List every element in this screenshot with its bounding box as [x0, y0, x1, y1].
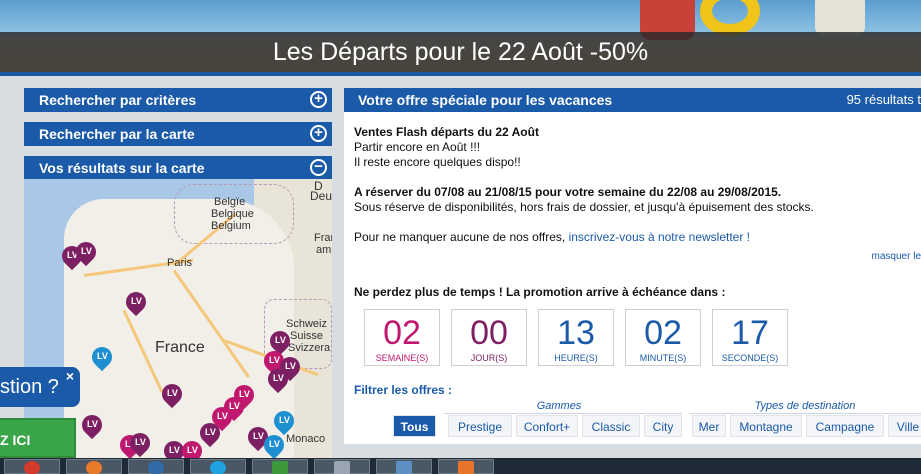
map-label: Frank [314, 232, 332, 244]
map-label: Belgïe [214, 196, 246, 208]
offer-line: Il reste encore quelques dispo!! [354, 155, 521, 169]
editor-icon [334, 461, 350, 474]
map-marker[interactable]: LV [263, 364, 293, 396]
map-label: Belgium [211, 220, 251, 232]
countdown-value: 00 [470, 314, 508, 352]
countdown-unit: HEURE(S) [554, 353, 598, 363]
help-cta-button[interactable]: Z ICI [0, 418, 76, 458]
taskbar-button[interactable] [4, 459, 60, 474]
countdown-unit: MINUTE(S) [639, 353, 687, 363]
countdown-title: Ne perdez plus de temps ! La promotion a… [354, 285, 726, 299]
taskbar-button[interactable] [252, 459, 308, 474]
filter-group-types: Types de destination [754, 400, 856, 412]
filter-prestige[interactable]: Prestige [448, 415, 512, 437]
countdown-value: 17 [731, 314, 769, 352]
offer-body: Ventes Flash départs du 22 Août Partir e… [344, 112, 921, 444]
banner-title: Les Départs pour le 22 Août -50% [272, 38, 649, 66]
search-map-header[interactable]: Rechercher par la carte + [24, 122, 332, 146]
filter-title: Filtrer les offres : [354, 383, 453, 397]
taskbar-button[interactable] [128, 459, 184, 474]
paint-icon [272, 461, 288, 474]
map-label: Belgique [211, 208, 254, 220]
countdown-value: 13 [557, 314, 595, 352]
map-marker[interactable]: LV [125, 428, 155, 460]
filter-tous[interactable]: Tous [393, 415, 436, 437]
offer-header: Votre offre spéciale pour les vacances 9… [344, 88, 921, 121]
help-question-text: stion ? [0, 376, 59, 398]
countdown-minutes: 02 MINUTE(S) [625, 309, 701, 366]
chrome-icon [24, 461, 40, 474]
search-map-label: Rechercher par la carte [39, 126, 195, 142]
filter-mer[interactable]: Mer [692, 415, 726, 437]
newsletter-text: Pour ne manquer aucune de nos offres, [354, 230, 569, 244]
map-label: Suisse [290, 330, 324, 342]
filter-classic[interactable]: Classic [582, 415, 640, 437]
search-criteria-header[interactable]: Rechercher par critères + [24, 88, 332, 112]
filter-group-divider [444, 413, 682, 414]
window-icon [396, 461, 412, 474]
expand-plus-icon[interactable]: + [310, 91, 327, 108]
map-label: Schweiz [286, 318, 327, 330]
countdown-days: 00 JOUR(S) [451, 309, 527, 366]
map-results-label: Vos résultats sur la carte [39, 160, 205, 176]
countdown-hours: 13 HEURE(S) [538, 309, 614, 366]
map-label: Svizzera [288, 342, 331, 354]
map-marker[interactable]: LV [121, 287, 151, 319]
map-marker[interactable]: LV [195, 418, 225, 450]
app-icon [148, 461, 164, 474]
close-icon[interactable]: × [66, 369, 74, 383]
map-label: D [314, 179, 323, 193]
result-count: 95 résultats t [846, 92, 921, 107]
offer-line: Partir encore en Août !!! [354, 140, 481, 154]
map-marker[interactable]: LV [87, 342, 117, 374]
os-taskbar [0, 458, 921, 474]
countdown-seconds: 17 SECONDE(S) [712, 309, 788, 366]
filter-confort[interactable]: Confort+ [516, 415, 578, 437]
newsletter-line: Pour ne manquer aucune de nos offres, in… [354, 230, 750, 245]
countdown-value: 02 [383, 314, 421, 352]
map-label: am [316, 244, 332, 256]
offer-title: Votre offre spéciale pour les vacances [358, 92, 613, 108]
taskbar-button[interactable] [376, 459, 432, 474]
filter-group-gammes: Gammes [536, 400, 582, 412]
taskbar-button[interactable] [314, 459, 370, 474]
offer-line: A réserver du 07/08 au 21/08/15 pour vot… [354, 185, 782, 199]
taskbar-button[interactable] [66, 459, 122, 474]
map-marker[interactable]: LV [269, 406, 299, 438]
firefox-icon [86, 461, 102, 474]
countdown-unit: SECONDE(S) [721, 353, 779, 363]
map-marker[interactable]: LV [77, 410, 107, 442]
banner-sea [0, 0, 921, 34]
countdown-unit: JOUR(S) [470, 353, 508, 363]
map-label: Paris [167, 257, 193, 269]
countdown-unit: SEMAINE(S) [375, 353, 429, 363]
expand-plus-icon[interactable]: + [310, 125, 327, 142]
countdown-value: 02 [644, 314, 682, 352]
newsletter-link[interactable]: inscrivez-vous à notre newsletter ! [569, 230, 750, 244]
taskbar-button[interactable] [438, 459, 494, 474]
filter-city[interactable]: City [644, 415, 682, 437]
collapse-minus-icon[interactable]: − [310, 159, 327, 176]
filter-campagne[interactable]: Campagne [806, 415, 884, 437]
skype-icon [210, 461, 226, 474]
help-question-widget[interactable]: stion ? × [0, 367, 80, 407]
countdown-weeks: 02 SEMAINE(S) [364, 309, 440, 366]
offer-line: Ventes Flash départs du 22 Août [354, 125, 539, 139]
map-label: France [155, 339, 205, 356]
filter-ville[interactable]: Ville [888, 415, 921, 437]
offer-line: Sous réserve de disponibilités, hors fra… [354, 200, 814, 214]
banner-person-2 [815, 0, 865, 35]
taskbar-button[interactable] [190, 459, 246, 474]
filter-montagne[interactable]: Montagne [730, 415, 802, 437]
office-icon [458, 461, 474, 474]
filter-group-divider [690, 413, 921, 414]
map-marker[interactable]: LV [71, 237, 101, 269]
banner-divider [0, 72, 921, 76]
map-results-header[interactable]: Vos résultats sur la carte − [24, 156, 332, 180]
map-marker[interactable]: LV [157, 379, 187, 411]
search-criteria-label: Rechercher par critères [39, 92, 197, 108]
top-banner: Les Départs pour le 22 Août -50% [0, 0, 921, 76]
hide-link[interactable]: masquer le [872, 251, 921, 262]
